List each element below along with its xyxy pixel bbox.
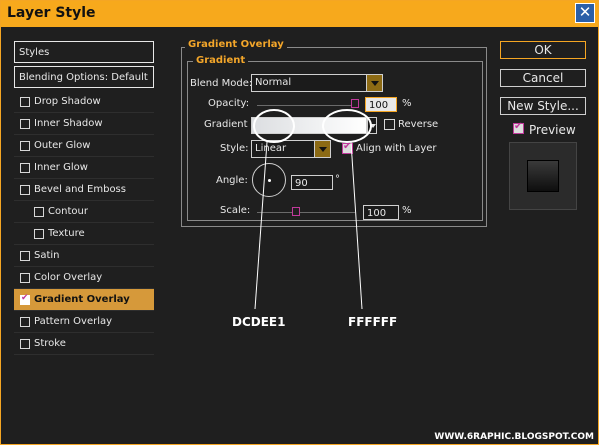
right-stop-highlight bbox=[322, 109, 372, 143]
left-stop-highlight bbox=[253, 109, 295, 143]
cancel-button[interactable]: Cancel bbox=[500, 69, 586, 87]
preview-label: Preview bbox=[529, 123, 576, 137]
layer-style-dialog: Layer Style ✕ Styles Blending Options: D… bbox=[0, 0, 599, 445]
right-stop-pointer bbox=[350, 141, 363, 310]
preview-checkbox[interactable] bbox=[513, 121, 524, 134]
annotation-overlay bbox=[253, 109, 372, 310]
left-color-label: DCDEE1 bbox=[232, 315, 286, 329]
ok-button[interactable]: OK bbox=[500, 41, 586, 59]
right-color-label: FFFFFF bbox=[348, 315, 398, 329]
style-preview-swatch bbox=[527, 160, 559, 192]
left-stop-pointer bbox=[254, 141, 268, 310]
new-style-button[interactable]: New Style... bbox=[500, 97, 586, 115]
watermark: WWW.6RAPHIC.BLOGSPOT.COM bbox=[434, 432, 594, 442]
style-preview bbox=[509, 142, 577, 210]
